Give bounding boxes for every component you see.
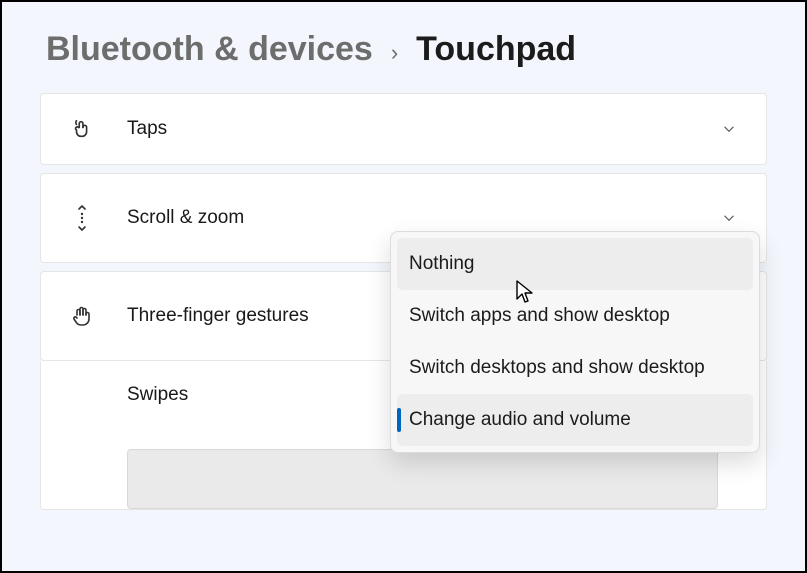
chevron-right-icon: ›	[391, 40, 398, 66]
hand-icon	[69, 304, 95, 328]
tap-icon	[69, 118, 95, 140]
dropdown-option-nothing[interactable]: Nothing	[397, 238, 753, 290]
scroll-icon	[69, 204, 95, 232]
chevron-down-icon	[720, 209, 738, 227]
option-label: Switch apps and show desktop	[409, 305, 670, 327]
dropdown-option-switch-apps[interactable]: Switch apps and show desktop	[397, 290, 753, 342]
breadcrumb-parent[interactable]: Bluetooth & devices	[46, 30, 373, 69]
swipes-label: Swipes	[127, 384, 188, 406]
section-taps[interactable]: Taps	[40, 93, 767, 165]
breadcrumb-current: Touchpad	[416, 30, 576, 69]
dropdown-option-audio-volume[interactable]: Change audio and volume	[397, 394, 753, 446]
breadcrumb: Bluetooth & devices › Touchpad	[2, 2, 805, 93]
section-title: Taps	[127, 118, 720, 140]
swipes-dropdown[interactable]: Nothing Switch apps and show desktop Swi…	[390, 231, 760, 453]
dropdown-option-switch-desktops[interactable]: Switch desktops and show desktop	[397, 342, 753, 394]
section-title: Scroll & zoom	[127, 207, 720, 229]
option-label: Nothing	[409, 253, 475, 275]
chevron-down-icon	[720, 120, 738, 138]
gesture-preview	[127, 449, 718, 509]
option-label: Switch desktops and show desktop	[409, 357, 705, 379]
option-label: Change audio and volume	[409, 409, 631, 431]
